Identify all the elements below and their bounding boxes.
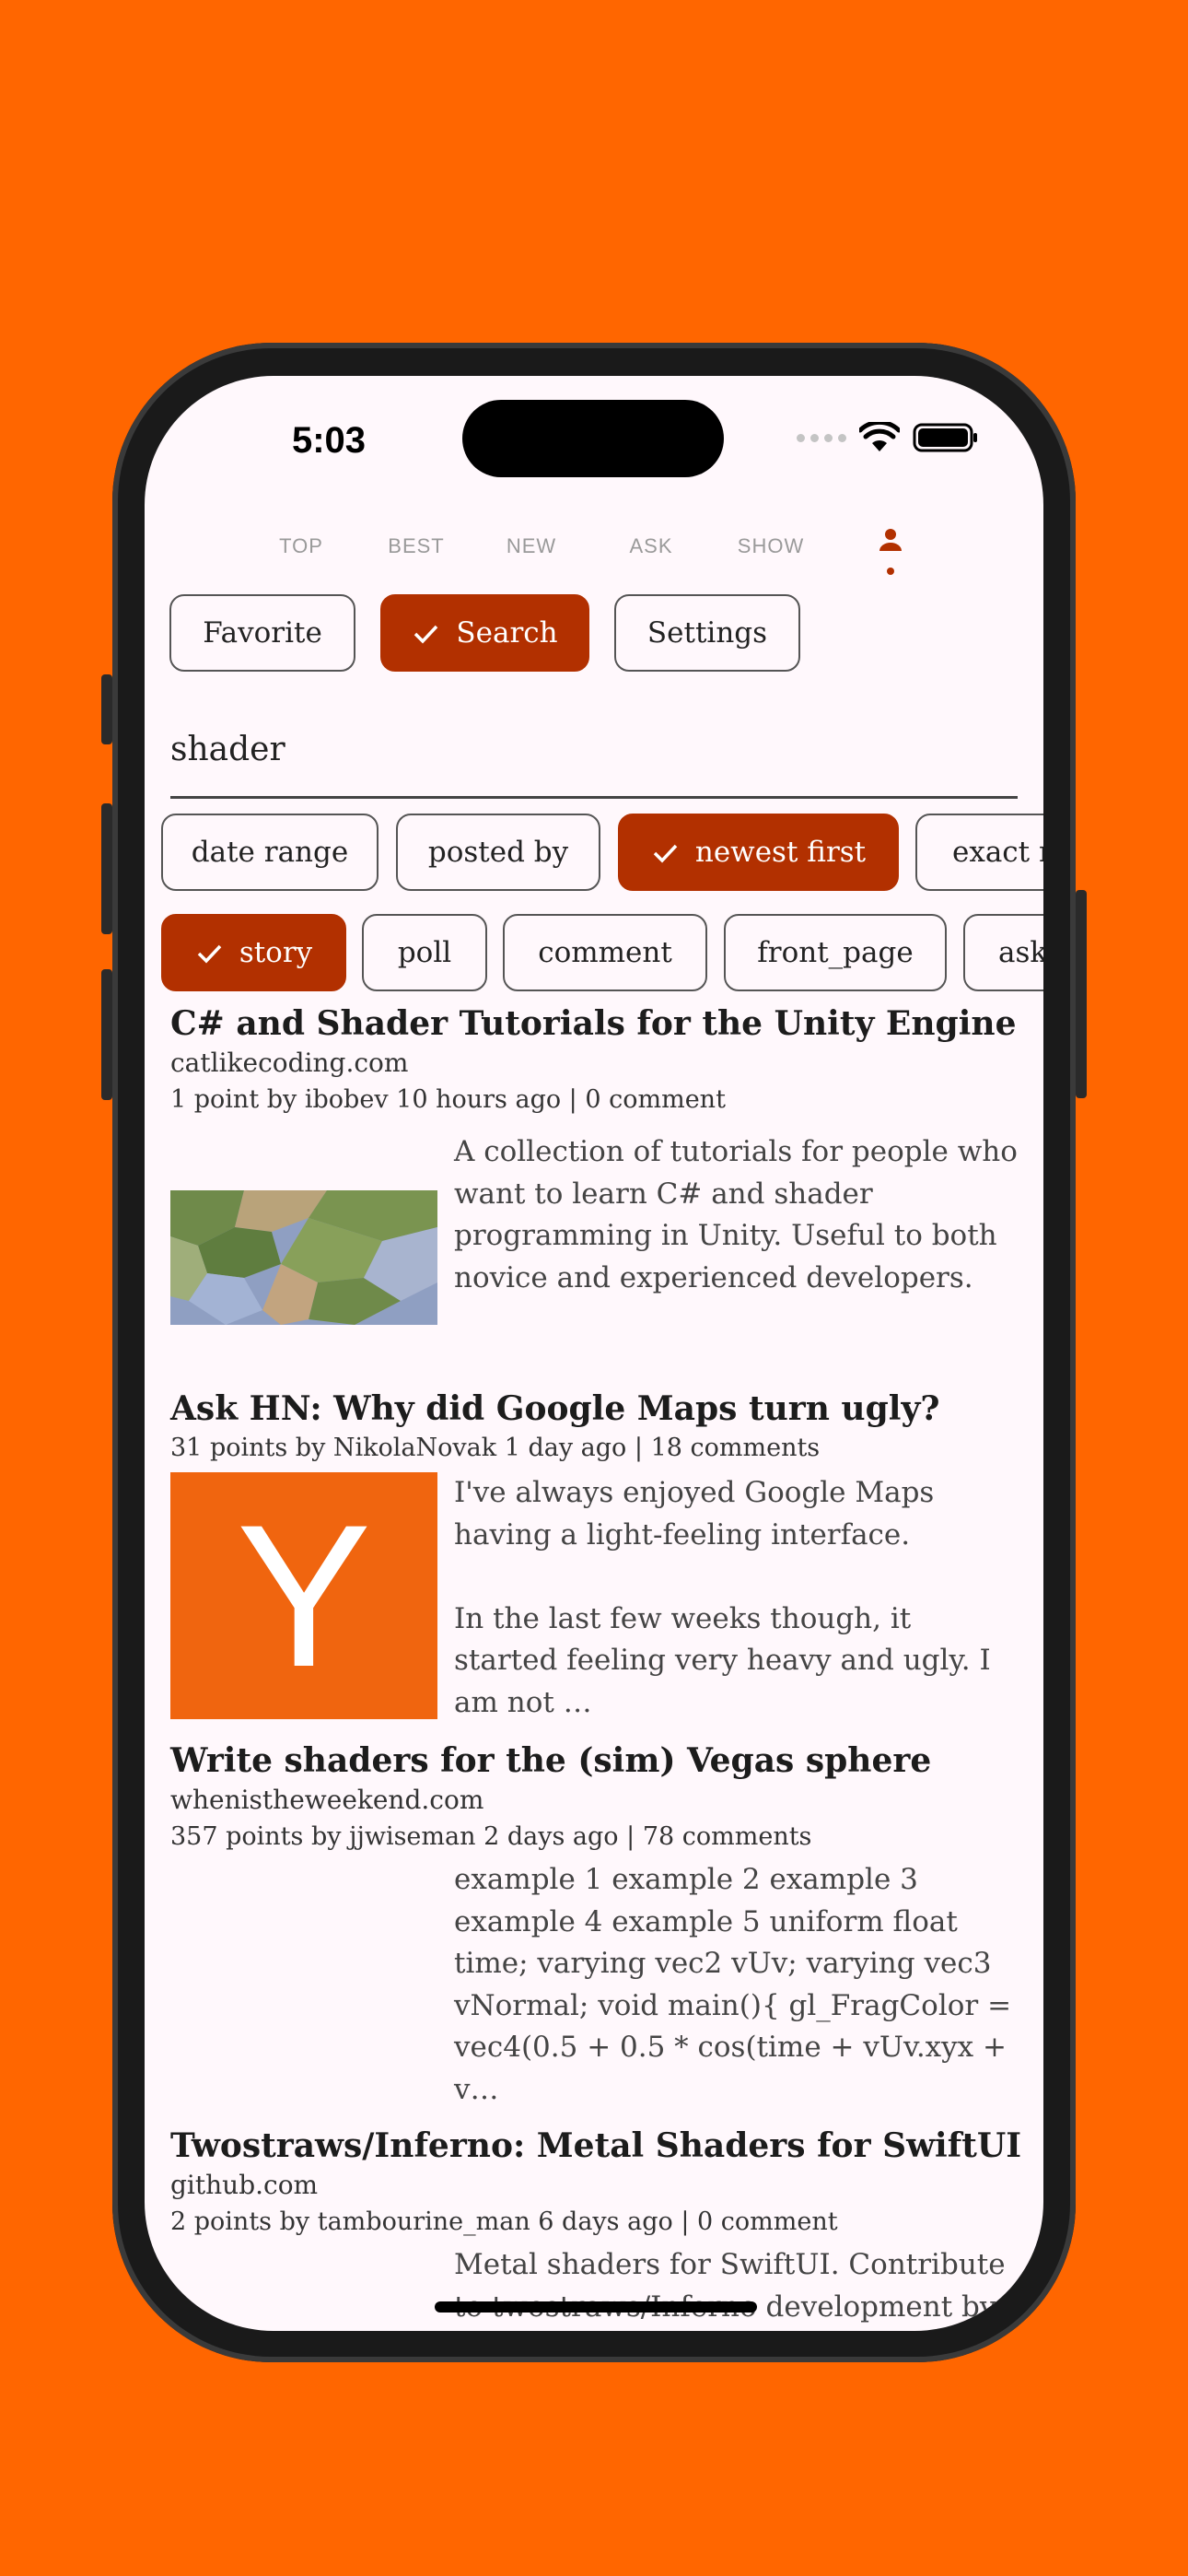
side-button-power xyxy=(1076,890,1087,1098)
search-field[interactable] xyxy=(170,703,1018,799)
home-indicator[interactable] xyxy=(435,2301,757,2313)
tag-chip-label: story xyxy=(239,936,313,969)
status-time: 5:03 xyxy=(291,420,367,461)
filter-chip-posted-by[interactable]: posted by xyxy=(396,814,600,891)
story-domain: whenistheweekend.com xyxy=(170,1785,484,1815)
filter-chip-newest-first[interactable]: newest first xyxy=(618,814,899,891)
top-nav: TOP BEST NEW ASK SHOW xyxy=(145,514,1043,579)
filter-chip-label: newest first xyxy=(694,836,867,869)
favorite-button-label: Favorite xyxy=(203,616,322,650)
story-domain: github.com xyxy=(170,2170,319,2200)
dynamic-island xyxy=(462,400,724,477)
story-title[interactable]: Twostraws/Inferno: Metal Shaders for Swi… xyxy=(170,2125,1021,2167)
check-icon xyxy=(653,844,678,863)
filter-chip-label: date range xyxy=(191,836,349,869)
story-meta: 1 point by ibobev 10 hours ago | 0 comme… xyxy=(170,1085,726,1114)
tab-show[interactable]: SHOW xyxy=(734,514,808,579)
side-button-volume-down xyxy=(101,969,112,1100)
tag-chip-front-page[interactable]: front_page xyxy=(724,914,947,991)
check-icon xyxy=(197,944,222,964)
side-button-volume-up xyxy=(101,803,112,934)
story-title[interactable]: Ask HN: Why did Google Maps turn ugly? xyxy=(170,1388,1018,1430)
tag-chip-label: comment xyxy=(538,936,672,969)
list-item[interactable]: Ask HN: Why did Google Maps turn ugly? 3… xyxy=(170,1388,1018,1719)
filter-chip-label: posted by xyxy=(427,836,569,869)
tag-chip-comment[interactable]: comment xyxy=(503,914,707,991)
side-button-action xyxy=(101,674,112,744)
favorite-button[interactable]: Favorite xyxy=(169,594,355,672)
tab-ask[interactable]: ASK xyxy=(614,514,688,579)
search-button-label: Search xyxy=(456,616,558,650)
story-thumbnail xyxy=(170,1190,437,1325)
tab-top[interactable]: TOP xyxy=(264,514,338,579)
story-description: A collection of tutorials for people who… xyxy=(454,1135,1018,1294)
story-meta: 357 points by jjwiseman 2 days ago | 78 … xyxy=(170,1822,812,1851)
list-item[interactable]: C# and Shader Tutorials for the Unity En… xyxy=(170,1002,1018,1325)
profile-icon[interactable] xyxy=(872,523,909,579)
story-description: example 1 example 2 example 3 example 4 … xyxy=(454,1863,1012,2106)
search-button[interactable]: Search xyxy=(380,594,589,672)
tag-chip-story[interactable]: story xyxy=(161,914,346,991)
wifi-icon xyxy=(859,422,900,451)
story-description: I've always enjoyed Google Maps having a… xyxy=(454,1476,991,1719)
yc-logo-letter: Y xyxy=(236,1482,372,1709)
filter-chip-date-range[interactable]: date range xyxy=(161,814,379,891)
story-title[interactable]: Write shaders for the (sim) Vegas sphere xyxy=(170,1739,1018,1782)
story-meta: 2 points by tambourine_man 6 days ago | … xyxy=(170,2207,838,2236)
filter-chip-exact-match[interactable]: exact match xyxy=(915,814,1043,891)
check-icon xyxy=(414,625,438,644)
settings-button-label: Settings xyxy=(646,616,768,650)
story-description: Metal shaders for SwiftUI. Contribute to… xyxy=(454,2248,1006,2324)
list-item[interactable]: Twostraws/Inferno: Metal Shaders for Swi… xyxy=(170,2125,1021,2324)
tag-chip-poll[interactable]: poll xyxy=(362,914,487,991)
battery-icon xyxy=(913,423,977,452)
story-thumbnail: Y xyxy=(170,1472,437,1719)
filter-chip-label: exact match xyxy=(952,836,1043,869)
tab-best[interactable]: BEST xyxy=(379,514,453,579)
story-domain: catlikecoding.com xyxy=(170,1048,409,1078)
tag-chip-label: poll xyxy=(397,936,452,969)
settings-button[interactable]: Settings xyxy=(614,594,800,672)
tag-chip-label: front_page xyxy=(757,936,914,969)
app-screen: 5:03 TOP BEST NEW ASK SHOW Favorite Sear xyxy=(145,376,1043,2331)
tag-chip-label: ask_hn xyxy=(998,936,1043,969)
story-title[interactable]: C# and Shader Tutorials for the Unity En… xyxy=(170,1002,1018,1045)
story-meta: 31 points by NikolaNovak 1 day ago | 18 … xyxy=(170,1434,821,1462)
list-item[interactable]: Write shaders for the (sim) Vegas sphere… xyxy=(170,1739,1018,2106)
signal-dots-icon xyxy=(797,433,846,442)
tab-new[interactable]: NEW xyxy=(495,514,568,579)
tag-chip-ask-hn[interactable]: ask_hn xyxy=(963,914,1043,991)
search-underline xyxy=(170,796,1018,799)
search-input[interactable] xyxy=(170,703,1018,795)
status-icons xyxy=(797,422,979,453)
